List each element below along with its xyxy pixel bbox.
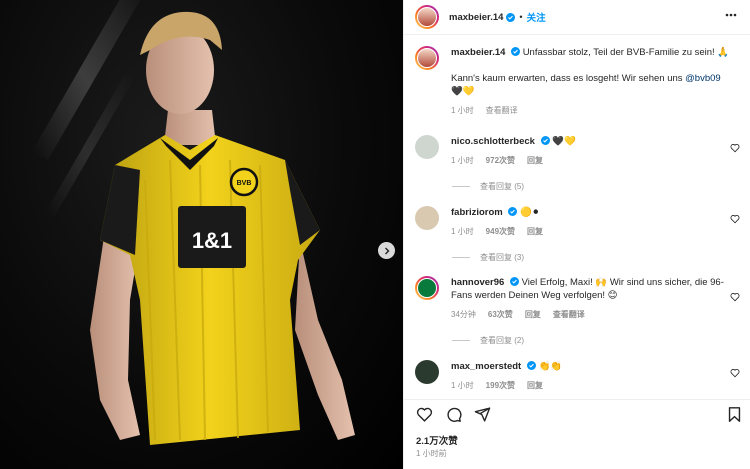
avatar[interactable] xyxy=(415,46,439,70)
post-header: maxbeier.14 • 关注 xyxy=(404,0,750,35)
verified-icon xyxy=(508,207,518,216)
comment-user[interactable]: nico.schlotterbeck xyxy=(451,136,535,147)
heart-icon[interactable] xyxy=(416,406,433,423)
reply-button[interactable]: 回复 xyxy=(527,225,543,238)
verified-icon xyxy=(526,361,536,370)
more-icon[interactable] xyxy=(725,13,737,17)
comment-item: nico.schlotterbeck 🖤💛 1 小时 972次赞 回复 xyxy=(415,135,740,175)
instagram-post: 1&1 BVB maxbeier.14 • 关注 maxbeier.14 Unf… xyxy=(0,0,750,469)
view-replies[interactable]: 查看回复 (2) xyxy=(452,335,524,346)
comment-user[interactable]: fabriziorom xyxy=(451,207,503,218)
comment-likes[interactable]: 972次赞 xyxy=(486,154,515,167)
heart-icon[interactable] xyxy=(730,143,740,153)
divider xyxy=(452,186,470,187)
comment-time[interactable]: 1 小时 xyxy=(451,225,474,238)
comment-text: 👏👏 xyxy=(538,361,563,372)
like-count[interactable]: 2.1万次赞 xyxy=(416,433,458,447)
action-bar xyxy=(404,399,750,429)
author-name[interactable]: maxbeier.14 xyxy=(449,12,503,23)
caption-text: Unfassbar stolz, Teil der BVB-Familie zu… xyxy=(522,47,730,58)
comment-likes[interactable]: 949次赞 xyxy=(486,225,515,238)
caption-time[interactable]: 1 小时 xyxy=(451,104,474,117)
view-replies-label[interactable]: 查看回复 (5) xyxy=(480,181,524,192)
comment-text: 🟡⚫ xyxy=(520,207,540,218)
divider xyxy=(452,257,470,258)
caption: maxbeier.14 Unfassbar stolz, Teil der BV… xyxy=(415,46,735,126)
view-replies-label[interactable]: 查看回复 (2) xyxy=(480,335,524,346)
view-replies-label[interactable]: 查看回复 (3) xyxy=(480,252,524,263)
post-panel: maxbeier.14 • 关注 maxbeier.14 Unfassbar s… xyxy=(403,0,750,469)
heart-icon[interactable] xyxy=(730,368,740,378)
avatar[interactable] xyxy=(415,360,439,384)
reply-button[interactable]: 回复 xyxy=(527,379,543,392)
comment-time[interactable]: 1 小时 xyxy=(451,379,474,392)
avatar[interactable] xyxy=(415,135,439,159)
reply-button[interactable]: 回复 xyxy=(527,154,543,167)
comments-scroll[interactable]: maxbeier.14 Unfassbar stolz, Teil der BV… xyxy=(404,35,750,399)
comment-time[interactable]: 34分钟 xyxy=(451,308,476,321)
follow-button[interactable]: 关注 xyxy=(527,10,546,24)
view-replies[interactable]: 查看回复 (5) xyxy=(452,181,524,192)
chevron-right-icon xyxy=(384,247,389,254)
heart-icon[interactable] xyxy=(730,214,740,224)
comment-item: max_moerstedt 👏👏 1 小时 199次赞 回复 xyxy=(415,360,740,399)
verified-icon xyxy=(509,277,519,286)
next-photo-button[interactable] xyxy=(378,242,395,259)
separator-dot: • xyxy=(519,12,523,22)
heart-icon[interactable] xyxy=(730,292,740,302)
caption-text-2: Kann's kaum erwarten, dass es losgeht! W… xyxy=(451,73,686,84)
caption-author[interactable]: maxbeier.14 xyxy=(451,47,505,58)
comment-item: hannover96 Viel Erfolg, Maxi! 🙌 Wir sind… xyxy=(415,276,740,331)
club-badge: BVB xyxy=(237,180,252,187)
mention-link[interactable]: @bvb09 xyxy=(685,73,721,84)
comment-likes[interactable]: 199次赞 xyxy=(486,379,515,392)
post-photo: 1&1 BVB xyxy=(0,0,403,469)
comment-time[interactable]: 1 小时 xyxy=(451,154,474,167)
comment-item: fabriziorom 🟡⚫ 1 小时 949次赞 回复 xyxy=(415,206,740,246)
reply-button[interactable]: 回复 xyxy=(525,308,541,321)
see-translation[interactable]: 查看翻译 xyxy=(553,308,585,321)
verified-icon xyxy=(506,12,516,22)
avatar[interactable] xyxy=(415,206,439,230)
see-translation[interactable]: 查看翻译 xyxy=(486,104,518,117)
comment-user[interactable]: hannover96 xyxy=(451,277,504,288)
post-time[interactable]: 1 小时前 xyxy=(416,448,447,459)
avatar[interactable] xyxy=(415,5,439,29)
share-icon[interactable] xyxy=(474,406,491,423)
comment-user[interactable]: max_moerstedt xyxy=(451,361,521,372)
comment-text: 🖤💛 xyxy=(552,136,576,147)
comment-likes[interactable]: 63次赞 xyxy=(488,308,513,321)
verified-icon xyxy=(511,47,521,56)
divider xyxy=(452,340,470,341)
avatar[interactable] xyxy=(415,276,439,300)
bookmark-icon[interactable] xyxy=(726,406,743,423)
view-replies[interactable]: 查看回复 (3) xyxy=(452,252,524,263)
player-illustration: 1&1 BVB xyxy=(90,11,355,445)
caption-emojis: 🖤💛 xyxy=(451,86,475,97)
sponsor-logo: 1&1 xyxy=(192,228,232,253)
comment-icon[interactable] xyxy=(445,406,462,423)
verified-icon xyxy=(540,136,550,145)
